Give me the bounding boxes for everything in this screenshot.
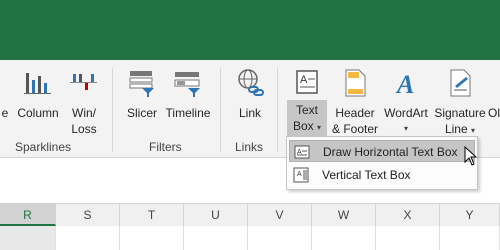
group-separator [277, 68, 278, 152]
mouse-pointer-icon [464, 146, 478, 166]
menu-item-label: Draw Horizontal Text Box [323, 145, 458, 159]
text-box-label-line1: Text [295, 103, 318, 117]
title-bar [0, 0, 500, 60]
column-header[interactable]: V [248, 204, 312, 226]
link-button[interactable]: Link [230, 60, 270, 140]
timeline-label: Timeline [165, 106, 211, 120]
column-header[interactable]: R [0, 204, 56, 226]
column-header[interactable]: X [376, 204, 440, 226]
signature-line-button[interactable]: Signature Line ▾ [432, 60, 488, 140]
wordart-icon: A [395, 70, 414, 98]
header-footer-icon [345, 69, 366, 97]
object-button[interactable]: Ol [488, 60, 500, 140]
column-header[interactable]: U [184, 204, 248, 226]
chevron-down-icon: ▾ [471, 126, 476, 135]
svg-text:A: A [395, 70, 414, 98]
cell[interactable] [312, 226, 376, 250]
slicer-icon [129, 71, 154, 97]
text-box-icon-area[interactable]: A [287, 60, 327, 100]
chevron-down-icon: ▾ [403, 124, 408, 133]
column-sparkline-icon [24, 73, 51, 94]
vertical-text-box-icon: A [293, 167, 309, 183]
header-footer-label-line2: & Footer [331, 122, 379, 136]
column-header[interactable]: Y [440, 204, 500, 226]
winloss-sparkline-icon [70, 74, 97, 90]
column-header[interactable]: T [120, 204, 184, 226]
signature-line-label-line1: Signature [434, 106, 486, 120]
object-label: Ol [488, 106, 500, 120]
chevron-down-icon: ▾ [317, 123, 322, 132]
links-group-label: Links [235, 140, 264, 154]
link-label: Link [238, 106, 261, 120]
slicer-label: Slicer [126, 106, 157, 120]
text-box-button[interactable]: Text Box ▾ [287, 100, 327, 136]
group-separator [220, 68, 221, 152]
cell[interactable] [56, 226, 120, 250]
group-separator [112, 68, 113, 152]
winloss-label-line1: Win/ [72, 106, 96, 120]
text-box-icon: A [296, 70, 318, 94]
winloss-label-line2: Loss [71, 122, 97, 136]
sparkline-line-label: e [1, 106, 9, 120]
timeline-button[interactable]: Timeline [164, 60, 212, 140]
vertical-text-box-item[interactable]: A Vertical Text Box [289, 164, 475, 186]
sparklines-group-label: Sparklines [15, 140, 72, 154]
menu-item-label: Vertical Text Box [322, 168, 411, 182]
spreadsheet-row [0, 226, 500, 250]
header-footer-label-line1: Header [335, 106, 375, 120]
column-header[interactable]: W [312, 204, 376, 226]
slicer-button[interactable]: Slicer [122, 60, 162, 140]
column-header-row: R S T U V W X Y [0, 203, 500, 227]
cell[interactable] [120, 226, 184, 250]
filters-group-label: Filters [149, 140, 182, 154]
draw-horizontal-text-box-item[interactable]: A Draw Horizontal Text Box [289, 140, 475, 162]
signature-line-icon [450, 69, 471, 97]
wordart-label: WordArt [384, 106, 428, 120]
wordart-button[interactable]: A WordArt ▾ [381, 60, 431, 140]
svg-text:A: A [300, 74, 308, 86]
cell[interactable] [0, 226, 56, 250]
column-header[interactable]: S [56, 204, 120, 226]
svg-text:A: A [297, 171, 302, 178]
sparkline-winloss-button[interactable]: Win/ Loss [64, 60, 104, 140]
cell[interactable] [248, 226, 312, 250]
text-box-label-line2: Box ▾ [292, 119, 322, 133]
horizontal-text-box-icon: A [294, 145, 310, 159]
cell[interactable] [184, 226, 248, 250]
timeline-icon [174, 72, 200, 97]
sparkline-line-button[interactable]: e [0, 60, 10, 140]
text-box-dropdown-menu: A Draw Horizontal Text Box A Vertical Te… [286, 136, 478, 190]
header-footer-button[interactable]: Header & Footer [330, 60, 380, 140]
hyperlink-globe-icon [238, 69, 264, 96]
cell[interactable] [440, 226, 500, 250]
sparkline-column-button[interactable]: Column [14, 60, 62, 140]
column-label: Column [17, 106, 59, 120]
cell[interactable] [376, 226, 440, 250]
